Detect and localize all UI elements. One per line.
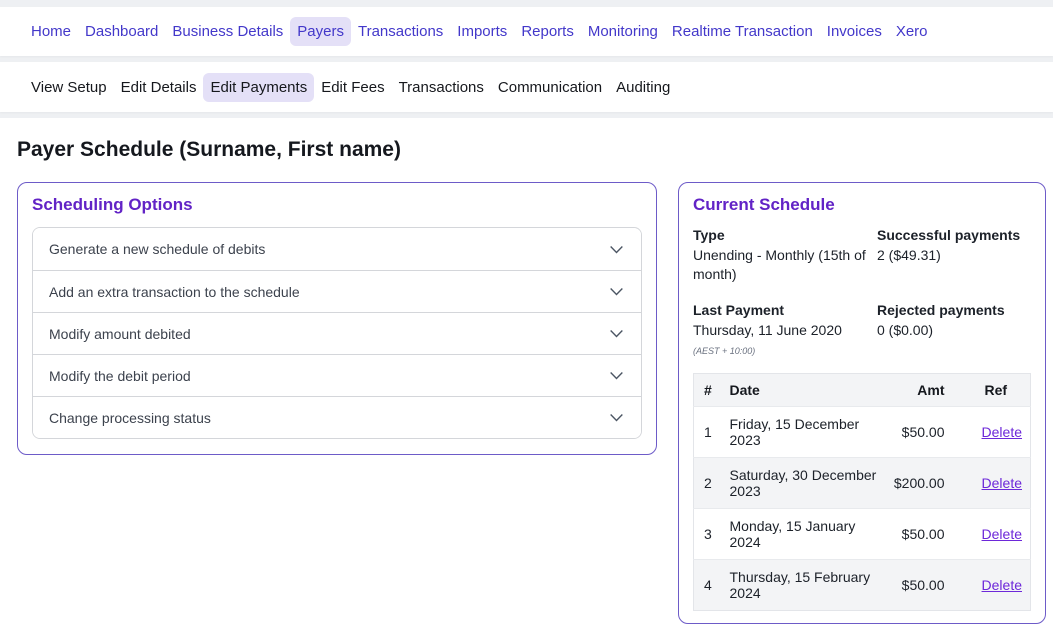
header-date: Date bbox=[724, 373, 888, 406]
accordion-item-label: Modify amount debited bbox=[49, 326, 191, 342]
chevron-down-icon bbox=[608, 325, 625, 342]
primary-nav-item[interactable]: Imports bbox=[450, 17, 514, 46]
accordion-item-label: Modify the debit period bbox=[49, 368, 191, 384]
row-number: 3 bbox=[694, 508, 724, 559]
stat-value: 2 ($49.31) bbox=[877, 246, 1031, 265]
delete-link[interactable]: Delete bbox=[982, 424, 1022, 440]
delete-link[interactable]: Delete bbox=[982, 526, 1022, 542]
current-schedule-title: Current Schedule bbox=[693, 195, 1031, 215]
secondary-nav-item[interactable]: Edit Fees bbox=[314, 73, 391, 102]
row-date: Saturday, 30 December 2023 bbox=[724, 457, 888, 508]
primary-nav-item[interactable]: Payers bbox=[290, 17, 351, 46]
primary-nav: Home Dashboard Business Details Payers T… bbox=[0, 7, 1053, 56]
row-number: 4 bbox=[694, 559, 724, 610]
stat-value: 0 ($0.00) bbox=[877, 321, 1031, 340]
row-amount: $200.00 bbox=[888, 457, 959, 508]
primary-nav-item[interactable]: Invoices bbox=[820, 17, 889, 46]
stat: Type Unending - Monthly (15th of month) bbox=[693, 227, 869, 284]
chevron-down-icon bbox=[608, 409, 625, 426]
row-number: 2 bbox=[694, 457, 724, 508]
delete-link[interactable]: Delete bbox=[982, 577, 1022, 593]
schedule-table: # Date Amt Ref 1 Friday, 15 December 202… bbox=[693, 373, 1031, 611]
accordion-item[interactable]: Change processing status bbox=[33, 396, 641, 438]
header-amt: Amt bbox=[888, 373, 959, 406]
current-schedule-panel: Current Schedule Type Unending - Monthly… bbox=[678, 182, 1046, 624]
header-num: # bbox=[694, 373, 724, 406]
primary-nav-item[interactable]: Realtime Transaction bbox=[665, 17, 820, 46]
secondary-nav-item[interactable]: View Setup bbox=[24, 73, 114, 102]
primary-nav-item[interactable]: Business Details bbox=[165, 17, 290, 46]
header-ref: Ref bbox=[959, 373, 1031, 406]
main-content: Payer Schedule (Surname, First name) Sch… bbox=[0, 118, 1053, 624]
accordion-item-label: Change processing status bbox=[49, 410, 211, 426]
secondary-nav-item[interactable]: Transactions bbox=[392, 73, 491, 102]
scheduling-options-title: Scheduling Options bbox=[32, 195, 642, 215]
secondary-nav-item[interactable]: Auditing bbox=[609, 73, 677, 102]
accordion-item[interactable]: Modify the debit period bbox=[33, 354, 641, 396]
stat-label: Rejected payments bbox=[877, 302, 1031, 318]
table-row: 4 Thursday, 15 February 2024 $50.00 Dele… bbox=[694, 559, 1031, 610]
stat: Successful payments 2 ($49.31) bbox=[877, 227, 1031, 284]
stat-label: Last Payment bbox=[693, 302, 869, 318]
row-date: Friday, 15 December 2023 bbox=[724, 406, 888, 457]
secondary-nav-item[interactable]: Edit Details bbox=[114, 73, 204, 102]
accordion-item[interactable]: Add an extra transaction to the schedule bbox=[33, 270, 641, 312]
primary-nav-item[interactable]: Transactions bbox=[351, 17, 450, 46]
scheduling-options-panel: Scheduling Options Generate a new schedu… bbox=[17, 182, 657, 455]
table-row: 1 Friday, 15 December 2023 $50.00 Delete bbox=[694, 406, 1031, 457]
primary-nav-item[interactable]: Monitoring bbox=[581, 17, 665, 46]
chevron-down-icon bbox=[608, 367, 625, 384]
schedule-stats: Type Unending - Monthly (15th of month) … bbox=[693, 227, 1031, 359]
primary-nav-item[interactable]: Dashboard bbox=[78, 17, 165, 46]
stat: Last Payment Thursday, 11 June 2020 (AES… bbox=[693, 302, 869, 359]
table-row: 3 Monday, 15 January 2024 $50.00 Delete bbox=[694, 508, 1031, 559]
secondary-nav: View Setup Edit Details Edit Payments Ed… bbox=[0, 62, 1053, 112]
scheduling-accordion: Generate a new schedule of debits Add an… bbox=[32, 227, 642, 439]
secondary-nav-item[interactable]: Edit Payments bbox=[203, 73, 314, 102]
stat-value-suffix: (AEST + 10:00) bbox=[693, 346, 755, 356]
stat-label: Successful payments bbox=[877, 227, 1031, 243]
delete-link[interactable]: Delete bbox=[982, 475, 1022, 491]
chevron-down-icon bbox=[608, 283, 625, 300]
row-amount: $50.00 bbox=[888, 508, 959, 559]
content-columns: Scheduling Options Generate a new schedu… bbox=[17, 182, 1046, 624]
table-row: 2 Saturday, 30 December 2023 $200.00 Del… bbox=[694, 457, 1031, 508]
primary-nav-item[interactable]: Home bbox=[24, 17, 78, 46]
accordion-item-label: Add an extra transaction to the schedule bbox=[49, 284, 300, 300]
stat-label: Type bbox=[693, 227, 869, 243]
page-title: Payer Schedule (Surname, First name) bbox=[17, 138, 1046, 162]
row-date: Thursday, 15 February 2024 bbox=[724, 559, 888, 610]
chevron-down-icon bbox=[608, 241, 625, 258]
primary-nav-item[interactable]: Xero bbox=[889, 17, 935, 46]
stat: Rejected payments 0 ($0.00) bbox=[877, 302, 1031, 359]
row-date: Monday, 15 January 2024 bbox=[724, 508, 888, 559]
row-number: 1 bbox=[694, 406, 724, 457]
accordion-item-label: Generate a new schedule of debits bbox=[49, 241, 265, 257]
row-amount: $50.00 bbox=[888, 559, 959, 610]
primary-nav-item[interactable]: Reports bbox=[514, 17, 581, 46]
schedule-table-header: # Date Amt Ref bbox=[694, 373, 1031, 406]
secondary-nav-item[interactable]: Communication bbox=[491, 73, 609, 102]
accordion-item[interactable]: Generate a new schedule of debits bbox=[33, 228, 641, 270]
row-amount: $50.00 bbox=[888, 406, 959, 457]
accordion-item[interactable]: Modify amount debited bbox=[33, 312, 641, 354]
stat-value: Thursday, 11 June 2020 (AEST + 10:00) bbox=[693, 321, 869, 359]
stat-value: Unending - Monthly (15th of month) bbox=[693, 246, 869, 284]
